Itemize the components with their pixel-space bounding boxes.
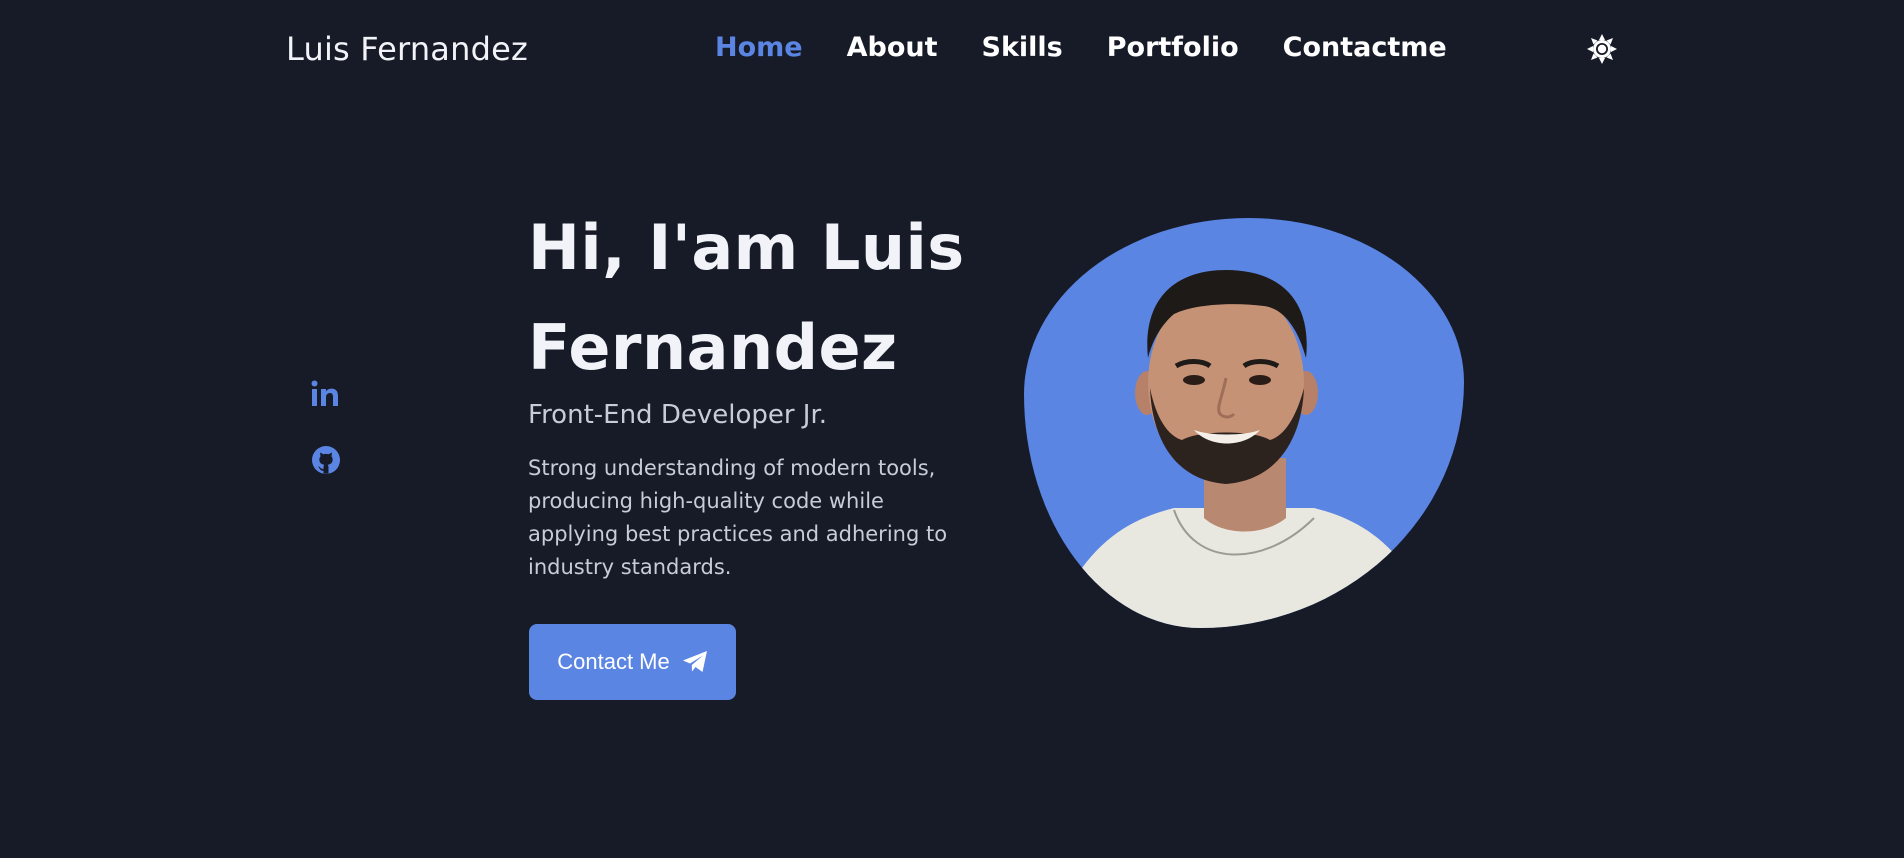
github-link[interactable] <box>310 444 342 476</box>
main-nav: Home About Skills Portfolio Contactme <box>715 32 1447 63</box>
sun-icon <box>1587 34 1617 64</box>
contact-me-label: Contact Me <box>557 649 670 674</box>
hero-description: Strong understanding of modern tools, pr… <box>528 456 948 579</box>
paper-plane-icon <box>682 651 707 672</box>
hero-subtitle: Front-End Developer Jr. <box>528 400 828 430</box>
nav-contactme[interactable]: Contactme <box>1283 32 1447 63</box>
site-header: Luis Fernandez Home About Skills Portfol… <box>0 0 1904 100</box>
nav-about[interactable]: About <box>847 32 938 63</box>
hero-section: Hi, I'am Luis Fernandez Front-End Develo… <box>528 198 988 584</box>
site-logo[interactable]: Luis Fernandez <box>286 30 528 68</box>
nav-portfolio[interactable]: Portfolio <box>1107 32 1239 63</box>
hero-title: Hi, I'am Luis Fernandez <box>528 198 988 398</box>
profile-avatar-illustration <box>1044 270 1444 628</box>
nav-skills[interactable]: Skills <box>982 32 1063 63</box>
linkedin-icon <box>311 380 338 406</box>
hero-title-line2: Fernandez <box>528 311 898 384</box>
theme-toggle-button[interactable] <box>1586 33 1618 65</box>
contact-me-button[interactable]: Contact Me <box>529 624 736 700</box>
profile-photo <box>1024 218 1464 628</box>
linkedin-link[interactable] <box>310 378 342 410</box>
hero-title-line1: Hi, I'am Luis <box>528 211 965 284</box>
github-icon <box>312 446 340 474</box>
nav-home[interactable]: Home <box>715 32 803 63</box>
social-links <box>310 378 342 476</box>
